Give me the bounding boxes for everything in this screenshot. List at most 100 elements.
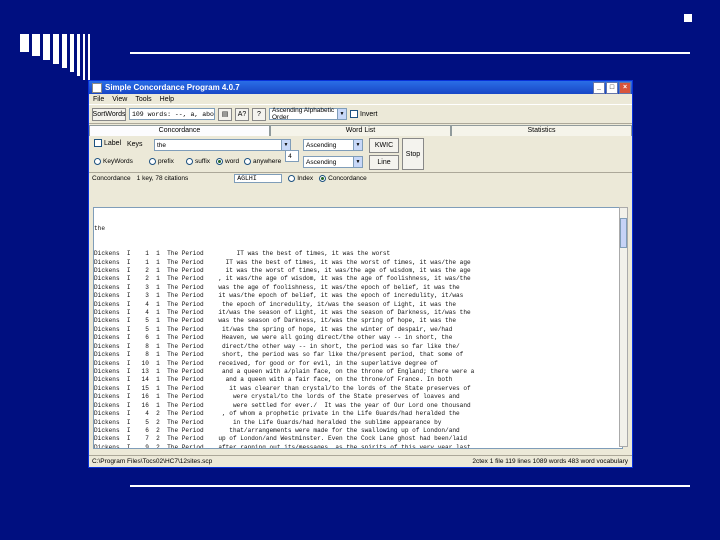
menu-tools[interactable]: Tools	[135, 96, 151, 103]
chevron-down-icon: ▼	[337, 109, 346, 119]
radio-keywords[interactable]: KeyWords	[94, 158, 133, 165]
radio-suffix[interactable]: suffix	[186, 158, 210, 165]
listing-row[interactable]: Dickens I 2 1 The Period , it was/the ag…	[94, 275, 622, 283]
search-icon[interactable]: A?	[235, 107, 249, 121]
radio-label: KeyWords	[103, 158, 133, 165]
status-counts: 2ctex 1 file 119 lines 1089 words 483 wo…	[472, 458, 628, 465]
concordance-listing[interactable]: the Dickens I 1 1 The Period IT was the …	[93, 207, 623, 449]
words-box[interactable]: 109 words: --, a, abo	[129, 108, 215, 120]
title-bar[interactable]: Simple Concordance Program 4.0.7 _ □ ×	[89, 81, 632, 94]
sortwords-button[interactable]: SortWords	[92, 107, 126, 121]
vertical-scrollbar[interactable]	[619, 207, 628, 447]
chevron-down-icon: ▼	[353, 140, 362, 150]
line-button[interactable]: Line	[369, 155, 399, 170]
concordance-status-line: Concordance 1 key, 78 citations AGLHI In…	[89, 173, 632, 183]
listing-row[interactable]: Dickens I 4 2 The Period , of whom a pro…	[94, 410, 622, 418]
toolbar: SortWords 109 words: --, a, abo ▤ A? ? A…	[89, 104, 632, 124]
tab-strip: Concordance Word List Statistics	[89, 125, 632, 136]
sort2-value: Ascending	[306, 158, 337, 166]
listing-row[interactable]: Dickens I 8 1 The Period short, the peri…	[94, 351, 622, 359]
listing-header: the	[94, 224, 105, 232]
menu-help[interactable]: Help	[160, 96, 174, 103]
checkbox-box	[350, 110, 358, 118]
app-window: Simple Concordance Program 4.0.7 _ □ × F…	[88, 80, 633, 468]
radio-anywhere[interactable]: anywhere	[244, 158, 281, 165]
listing-row[interactable]: Dickens I 10 1 The Period received, for …	[94, 360, 622, 368]
listing-row[interactable]: Dickens I 8 1 The Period direct/the othe…	[94, 343, 622, 351]
listing-row[interactable]: Dickens I 13 1 The Period and a queen wi…	[94, 368, 622, 376]
radio-word[interactable]: word	[216, 158, 239, 165]
radio-prefix[interactable]: prefix	[149, 158, 174, 165]
listing-row[interactable]: Dickens I 6 2 The Period that/arrangemen…	[94, 427, 622, 435]
radio-dot	[244, 158, 251, 165]
maximize-button[interactable]: □	[606, 81, 618, 94]
tab-statistics[interactable]: Statistics	[451, 125, 632, 136]
listing-row[interactable]: Dickens I 1 1 The Period IT was the best…	[94, 250, 622, 258]
listing-row[interactable]: Dickens I 5 1 The Period it/was the spri…	[94, 326, 622, 334]
listing-row[interactable]: Dickens I 16 1 The Period were settled f…	[94, 402, 622, 410]
listing-row[interactable]: Dickens I 3 1 The Period was the age of …	[94, 284, 622, 292]
scrollbar-thumb[interactable]	[620, 218, 627, 248]
menu-view[interactable]: View	[112, 96, 127, 103]
listing-row[interactable]: Dickens I 15 1 The Period it was clearer…	[94, 385, 622, 393]
radio-label: Concordance	[328, 174, 367, 182]
stop-button[interactable]: Stop	[402, 138, 424, 170]
radio-label: anywhere	[253, 158, 282, 165]
slide-rule-bottom	[130, 485, 690, 487]
listing-row[interactable]: Dickens I 5 1 The Period was the season …	[94, 317, 622, 325]
radio-dot	[94, 158, 101, 165]
radio-label: prefix	[158, 158, 174, 165]
tab-concordance[interactable]: Concordance	[89, 125, 270, 136]
window-title: Simple Concordance Program 4.0.7	[105, 83, 240, 92]
status-bar: C:\Program Files\Tocs02\HC7\12sites.scp …	[89, 455, 632, 467]
listing-row[interactable]: Dickens I 4 1 The Period the epoch of in…	[94, 301, 622, 309]
radio-concordance[interactable]: Concordance	[319, 174, 367, 182]
radio-dot	[149, 158, 156, 165]
chevron-down-icon: ▼	[353, 157, 362, 167]
radio-label: word	[225, 158, 240, 165]
radio-dot-selected	[216, 158, 223, 165]
listing-row[interactable]: Dickens I 1 1 The Period IT was the best…	[94, 259, 622, 267]
radio-label: Index	[297, 174, 314, 182]
radio-dot	[186, 158, 193, 165]
listing-row[interactable]: Dickens I 5 2 The Period in the Life Gua…	[94, 419, 622, 427]
listing-row[interactable]: Dickens I 3 1 The Period it was/the epoc…	[94, 292, 622, 300]
sort1-select[interactable]: Ascending ▼	[303, 139, 363, 151]
label-option-text: Label	[104, 139, 122, 147]
listing-row[interactable]: Dickens I 14 1 The Period and a queen wi…	[94, 376, 622, 384]
sort2-select[interactable]: Ascending ▼	[303, 156, 363, 168]
keys-label: Keys	[127, 141, 143, 148]
sort1-value: Ascending	[306, 141, 337, 149]
sort-order-select[interactable]: Ascending Alphabetic Order ▼	[269, 107, 347, 121]
minimize-button[interactable]: _	[593, 81, 605, 94]
keys-input[interactable]: the ▼	[154, 139, 291, 151]
listing-row[interactable]: Dickens I 6 1 The Period Heaven, we were…	[94, 334, 622, 342]
listing-row[interactable]: Dickens I 4 1 The Period it/was the seas…	[94, 309, 622, 317]
label-checkbox[interactable]: Label	[94, 139, 121, 147]
concordance-controls: Label Keys the ▼ 4 Ascending ▼ Ascending…	[89, 136, 632, 173]
listing-row[interactable]: Dickens I 16 1 The Period were crystal/t…	[94, 393, 622, 401]
keys-value: the	[157, 141, 167, 149]
sort-order-value: Ascending Alphabetic Order	[272, 107, 335, 121]
field-box[interactable]: AGLHI	[234, 173, 283, 183]
app-icon	[92, 82, 102, 93]
listing-row[interactable]: Dickens I 7 2 The Period up of London/an…	[94, 435, 622, 443]
close-button[interactable]: ×	[619, 81, 631, 94]
spin-box[interactable]: 4	[285, 150, 299, 162]
slide-rule-top	[130, 52, 690, 54]
slide-corner-mark	[684, 14, 692, 22]
menu-file[interactable]: File	[93, 96, 104, 103]
invert-label: Invert	[360, 110, 378, 118]
checkbox-box	[94, 139, 102, 147]
kwic-button[interactable]: KWIC	[369, 138, 399, 153]
help-icon[interactable]: ?	[252, 107, 266, 121]
slide-stripes	[20, 34, 90, 84]
radio-dot	[288, 174, 296, 182]
listing-row[interactable]: Dickens I 2 1 The Period it was the wors…	[94, 267, 622, 275]
radio-dot-selected	[319, 174, 327, 182]
invert-checkbox[interactable]: Invert	[350, 110, 378, 118]
listing-row[interactable]: Dickens I 9 2 The Period after rapping o…	[94, 444, 622, 448]
tab-word-list[interactable]: Word List	[270, 125, 451, 136]
open-file-icon[interactable]: ▤	[218, 107, 232, 121]
radio-index[interactable]: Index	[288, 174, 314, 182]
